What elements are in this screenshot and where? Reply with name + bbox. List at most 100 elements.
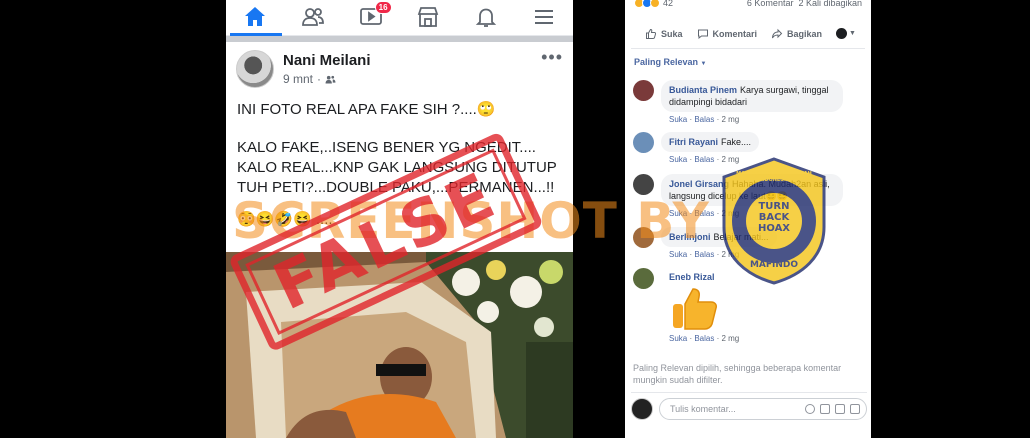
post-time-row: 9 mnt · — [283, 72, 371, 86]
commenter-name[interactable]: Berlinjoni — [669, 232, 711, 242]
commenter-avatar[interactable] — [633, 174, 654, 195]
post-header: Nani Meilani 9 mnt · ••• — [226, 42, 573, 96]
post-line-2a: KALO FAKE,..ISENG BENER YG NGEDIT.... — [237, 139, 536, 156]
comments-panel: 42 6 Komentar 2 Kali dibagikan Suka Kome… — [625, 0, 871, 438]
post-options-button[interactable]: ••• — [541, 48, 563, 66]
comment-bubble: Fitri Rayani Fake.... — [661, 132, 760, 152]
post-meta: Nani Meilani 9 mnt · — [283, 52, 371, 86]
comment-name-row: Eneb Rizal — [661, 268, 739, 282]
reaction-count[interactable]: 42 — [663, 0, 673, 8]
comment-bubble: Budianta Pinem Karya surgawi, tinggal did… — [661, 80, 843, 112]
comment-item: Budianta Pinem Karya surgawi, tinggal did… — [633, 80, 843, 124]
chevron-down-icon: ▼ — [700, 61, 707, 67]
composer-tools — [805, 403, 860, 414]
comment-input-placeholder: Tulis komentar... — [670, 403, 736, 414]
comment-time[interactable]: 2 mg — [721, 115, 739, 124]
comment-sort-dropdown[interactable]: Paling Relevan ▼ — [625, 49, 871, 67]
wow-reaction-icon — [650, 0, 660, 8]
comment-like-link[interactable]: Suka — [669, 115, 687, 124]
post-line-3: 😳😆🤣😆 .... — [237, 211, 333, 228]
commenter-avatar[interactable] — [633, 268, 654, 289]
comment-item: Fitri Rayani Fake.... Suka · Balas · 2 mg — [633, 132, 760, 164]
comment-like-link[interactable]: Suka — [669, 334, 687, 343]
comment-reply-link[interactable]: Balas — [694, 115, 714, 124]
home-icon[interactable] — [242, 5, 268, 29]
reaction-stats-row: 42 6 Komentar 2 Kali dibagikan — [625, 0, 871, 10]
share-label: Bagikan — [787, 28, 823, 39]
current-user-avatar[interactable] — [631, 397, 653, 420]
comment-time[interactable]: 2 mg — [721, 209, 739, 218]
emoji-icon[interactable] — [805, 403, 815, 414]
active-tab-indicator — [230, 33, 282, 36]
comment-like-link[interactable]: Suka — [669, 250, 687, 259]
comment-reply-link[interactable]: Balas — [694, 334, 714, 343]
mobile-post-panel: 16 Nani Meilani 9 mnt · ••• INI FOTO REA… — [226, 0, 573, 438]
post-photo[interactable] — [226, 252, 573, 438]
watch-badge: 16 — [374, 1, 392, 14]
avatar-mini-icon — [836, 28, 848, 39]
author-name[interactable]: Nani Meilani — [283, 52, 371, 69]
notifications-icon[interactable] — [473, 5, 499, 29]
coffin-photo — [226, 252, 573, 438]
camera-icon[interactable] — [820, 403, 830, 414]
comment-text: Belajar mati... — [713, 232, 769, 242]
comment-item: Eneb Rizal Suka · Balas · 2 mg — [633, 268, 739, 343]
comment-icon — [697, 29, 708, 39]
comment-time[interactable]: 2 mg — [721, 250, 739, 259]
comment-text: Fake.... — [721, 137, 752, 147]
post-line-1: INI FOTO REAL APA FAKE SIH ?....🙄 — [237, 101, 496, 118]
share-icon — [772, 28, 783, 38]
like-label: Suka — [661, 28, 683, 39]
share-button[interactable]: Bagikan — [771, 28, 822, 40]
post-time[interactable]: 9 mnt — [283, 72, 313, 86]
comment-reply-link[interactable]: Balas — [694, 250, 714, 259]
comment-reply-link[interactable]: Balas — [694, 209, 714, 218]
post-line-2c: TUH PETI?...DOUBLE PAKU,...PERMANEN...!! — [237, 179, 555, 196]
post-action-bar: Suka Komentari Bagikan ▼ — [631, 19, 865, 49]
gif-icon[interactable] — [835, 403, 845, 414]
comment-item: Berlinjoni Belajar mati... Suka · Balas ·… — [633, 227, 777, 259]
comment-reply-link[interactable]: Balas — [694, 155, 714, 164]
comment-button[interactable]: Komentari — [697, 28, 758, 40]
post-body: INI FOTO REAL APA FAKE SIH ?....🙄 KALO F… — [226, 96, 573, 230]
comment-actions: Suka · Balas · 2 mg — [669, 250, 740, 259]
author-avatar[interactable] — [236, 50, 274, 88]
sort-label: Paling Relevan — [634, 57, 699, 67]
commenter-name[interactable]: Jonel Girsang — [669, 179, 729, 189]
menu-icon[interactable] — [531, 5, 557, 29]
watch-icon[interactable]: 16 — [358, 1, 392, 29]
comment-bubble: Berlinjoni Belajar mati... — [661, 227, 777, 247]
commenter-avatar[interactable] — [633, 227, 654, 248]
thumbs-up-sticker-icon[interactable] — [669, 286, 719, 332]
commenter-name[interactable]: Fitri Rayani — [669, 137, 718, 147]
commenter-avatar[interactable] — [633, 132, 654, 153]
thumbs-up-icon — [646, 28, 657, 39]
like-button[interactable]: Suka — [645, 28, 683, 40]
chevron-down-icon: ▼ — [849, 30, 856, 37]
comment-time[interactable]: 2 mg — [721, 334, 739, 343]
commenter-avatar[interactable] — [633, 80, 654, 101]
commenter-name[interactable]: Eneb Rizal — [669, 272, 715, 282]
commenter-name[interactable]: Budianta Pinem — [669, 85, 737, 95]
comment-composer: Tulis komentar... — [631, 392, 867, 420]
comment-time[interactable]: 2 mg — [721, 155, 739, 164]
audience-selector[interactable]: ▼ — [836, 28, 856, 39]
post-line-2b: KALO REAL...KNP GAK LANGSUNG DITUTUP — [237, 159, 557, 176]
friends-icon[interactable] — [300, 5, 326, 29]
comment-like-link[interactable]: Suka — [669, 209, 687, 218]
screenshot-stage: 16 Nani Meilani 9 mnt · ••• INI FOTO REA… — [0, 0, 1030, 438]
share-count[interactable]: 2 Kali dibagikan — [798, 0, 862, 8]
sticker-icon[interactable] — [850, 403, 860, 414]
comment-bubble: Jonel Girsang Hahaha. Mudah2an asli, lang… — [661, 174, 843, 206]
comment-like-link[interactable]: Suka — [669, 155, 687, 164]
mobile-nav-bar: 16 — [226, 0, 573, 36]
comment-label: Komentari — [712, 28, 758, 39]
comment-actions: Suka · Balas · 2 mg — [669, 155, 740, 164]
comment-item: Jonel Girsang Hahaha. Mudah2an asli, lang… — [633, 174, 843, 218]
marketplace-icon[interactable] — [415, 5, 441, 29]
comment-actions: Suka · Balas · 2 mg — [669, 209, 740, 218]
comment-actions: Suka · Balas · 2 mg — [669, 334, 740, 343]
comment-count[interactable]: 6 Komentar — [747, 0, 794, 8]
friends-privacy-icon — [325, 75, 336, 84]
comment-input[interactable]: Tulis komentar... — [659, 397, 867, 420]
